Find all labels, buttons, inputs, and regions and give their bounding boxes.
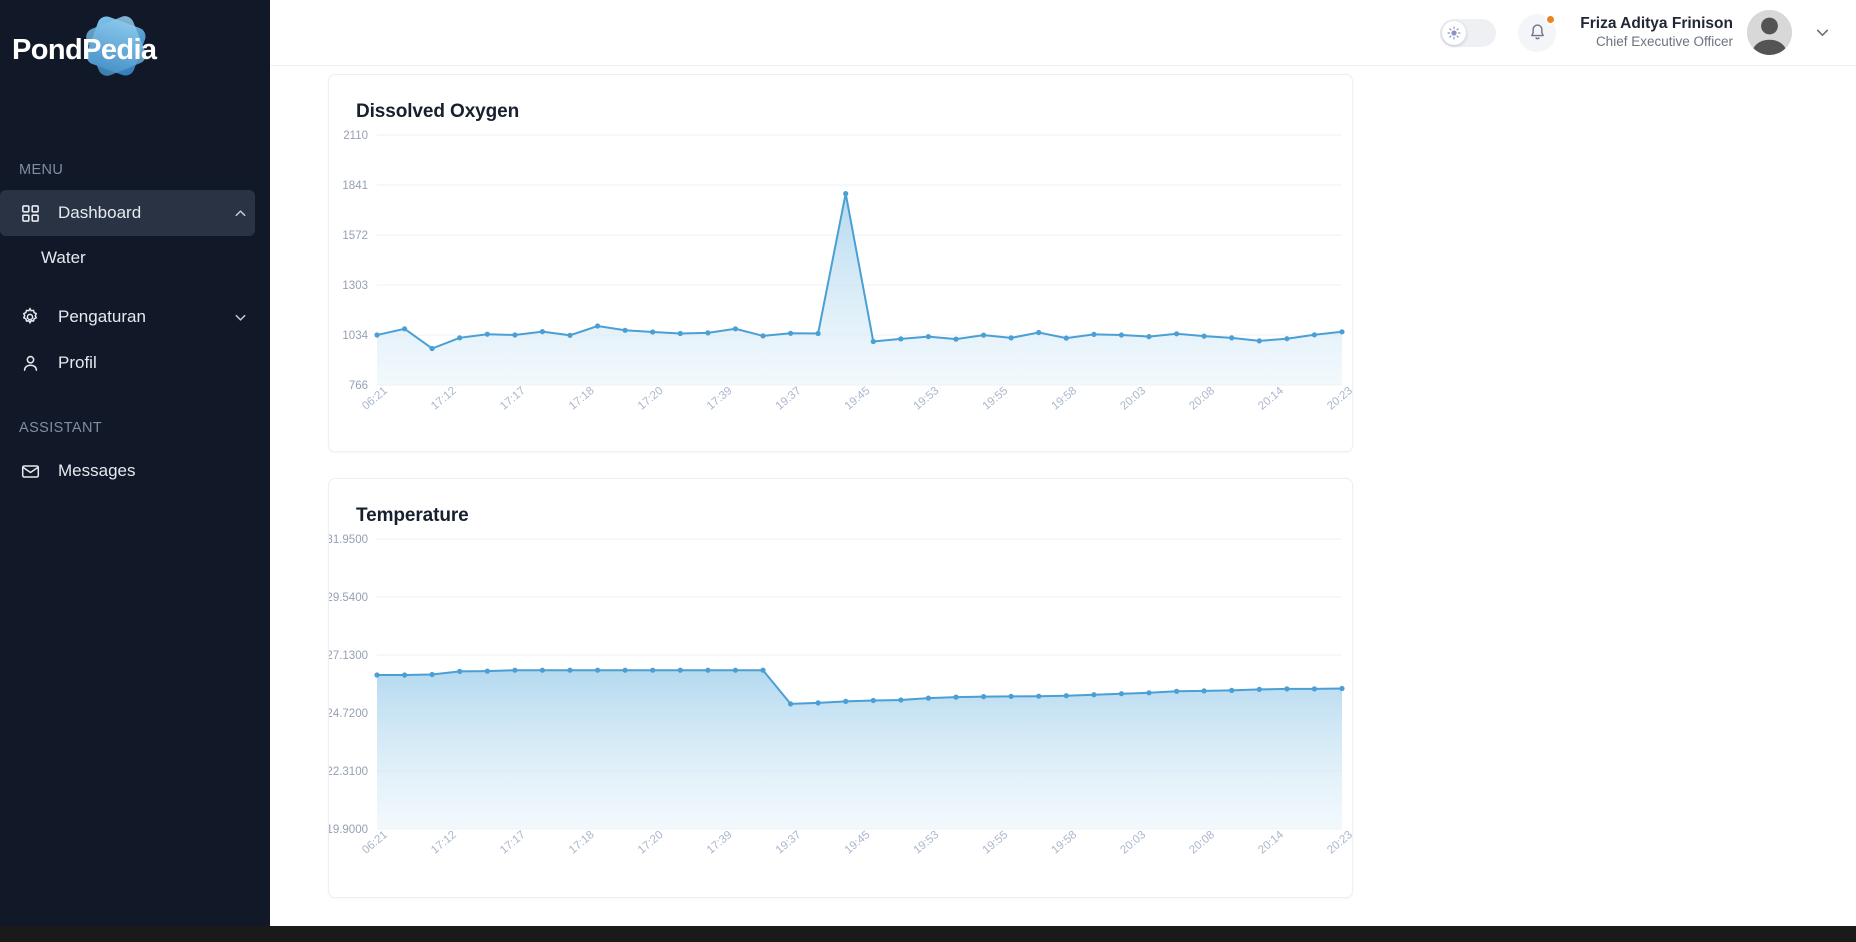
sidebar-item-messages[interactable]: Messages xyxy=(0,448,255,494)
sidebar-item-label: Messages xyxy=(58,461,136,480)
svg-text:20:14: 20:14 xyxy=(1256,384,1286,412)
svg-text:1572: 1572 xyxy=(342,230,368,242)
gear-icon xyxy=(19,306,41,328)
top-bar: Friza Aditya Frinison Chief Executive Of… xyxy=(270,0,1856,66)
svg-text:19.9000: 19.9000 xyxy=(329,824,368,836)
chevron-down-icon[interactable] xyxy=(1812,23,1832,43)
sidebar: PondPedia MENU Dashboard Water Pengatura… xyxy=(0,0,270,942)
card-dissolved-oxygen: Dissolved Oxygen 2110 1841 1572 1303 1034 766… xyxy=(328,74,1353,452)
user-role: Chief Executive Officer xyxy=(1595,34,1733,50)
svg-text:766: 766 xyxy=(349,380,368,392)
brand-name: PondPedia xyxy=(12,33,157,66)
svg-text:20:23: 20:23 xyxy=(1325,829,1352,857)
chart-dissolved-oxygen[interactable]: 2110 1841 1572 1303 1034 766 06:21 17:12 17:17 17… xyxy=(329,127,1352,447)
svg-text:19:58: 19:58 xyxy=(1049,829,1079,857)
svg-text:20:08: 20:08 xyxy=(1187,385,1217,413)
svg-text:19:55: 19:55 xyxy=(981,829,1011,857)
user-menu[interactable]: Friza Aditya Frinison Chief Executive Of… xyxy=(1580,10,1832,55)
svg-text:17:12: 17:12 xyxy=(429,829,459,857)
content-area: Dissolved Oxygen 2110 1841 1572 1303 1034 766… xyxy=(270,66,1856,942)
svg-text:17:39: 17:39 xyxy=(705,829,735,857)
avatar[interactable] xyxy=(1747,10,1792,55)
svg-text:17:20: 17:20 xyxy=(636,829,666,857)
svg-text:17:20: 17:20 xyxy=(636,385,666,413)
sidebar-item-label: Pengaturan xyxy=(58,307,146,326)
user-avatar-icon xyxy=(1747,10,1792,55)
user-info: Friza Aditya Frinison Chief Executive Of… xyxy=(1580,14,1733,51)
svg-text:20:23: 20:23 xyxy=(1325,385,1352,413)
svg-text:20:03: 20:03 xyxy=(1118,385,1148,413)
svg-text:19:53: 19:53 xyxy=(912,385,942,413)
brand-logo[interactable]: PondPedia xyxy=(0,0,270,100)
sidebar-subitem-label: Water xyxy=(41,248,86,267)
svg-text:22.3100: 22.3100 xyxy=(329,766,368,778)
chart-temperature[interactable]: 31.9500 29.5400 27.1300 24.7200 22.3100 19.90… xyxy=(329,531,1352,891)
svg-text:27.1300: 27.1300 xyxy=(329,650,368,662)
svg-text:17:17: 17:17 xyxy=(498,829,528,857)
notifications-button[interactable] xyxy=(1518,13,1557,52)
brightness-icon xyxy=(1442,20,1467,45)
svg-text:17:18: 17:18 xyxy=(567,385,597,413)
svg-text:2110: 2110 xyxy=(343,130,368,142)
sidebar-item-profil[interactable]: Profil xyxy=(0,340,255,386)
svg-text:17:17: 17:17 xyxy=(498,385,528,413)
svg-text:17:18: 17:18 xyxy=(567,829,597,857)
card-temperature: Temperature 31.9500 29.5400 27.1300 24.7200… xyxy=(328,478,1353,898)
svg-text:1303: 1303 xyxy=(342,280,368,292)
user-name: Friza Aditya Frinison xyxy=(1580,15,1733,33)
horizontal-scrollbar[interactable] xyxy=(0,926,1856,942)
sidebar-item-label: Profil xyxy=(58,353,97,372)
sidebar-item-dashboard[interactable]: Dashboard xyxy=(0,190,255,236)
svg-text:20:14: 20:14 xyxy=(1256,828,1286,856)
theme-toggle[interactable] xyxy=(1440,18,1497,47)
svg-text:1034: 1034 xyxy=(342,330,368,342)
notification-badge xyxy=(1545,13,1557,25)
chevron-up-icon[interactable] xyxy=(231,204,249,222)
svg-text:31.9500: 31.9500 xyxy=(329,534,368,546)
svg-text:20:03: 20:03 xyxy=(1118,829,1148,857)
sidebar-section-menu: MENU xyxy=(19,162,64,178)
chevron-down-icon[interactable] xyxy=(231,308,249,326)
grid-icon xyxy=(19,202,41,224)
main-area: Friza Aditya Frinison Chief Executive Of… xyxy=(270,0,1856,942)
svg-text:19:37: 19:37 xyxy=(774,385,804,413)
svg-text:17:12: 17:12 xyxy=(429,385,459,413)
chart-title: Dissolved Oxygen xyxy=(356,101,520,122)
sidebar-item-pengaturan[interactable]: Pengaturan xyxy=(0,294,255,340)
svg-text:19:53: 19:53 xyxy=(912,829,942,857)
bell-icon xyxy=(1530,24,1544,40)
svg-text:19:45: 19:45 xyxy=(843,385,873,413)
svg-text:19:37: 19:37 xyxy=(774,829,804,857)
svg-text:19:45: 19:45 xyxy=(843,829,873,857)
sidebar-item-water[interactable]: Water xyxy=(0,236,270,280)
svg-text:19:58: 19:58 xyxy=(1049,385,1079,413)
svg-text:24.7200: 24.7200 xyxy=(329,708,368,720)
sidebar-item-label: Dashboard xyxy=(58,203,142,222)
svg-text:29.5400: 29.5400 xyxy=(329,592,368,604)
svg-text:19:55: 19:55 xyxy=(981,385,1011,413)
user-icon xyxy=(19,352,41,374)
svg-text:17:39: 17:39 xyxy=(705,385,735,413)
app-root: PondPedia MENU Dashboard Water Pengatura… xyxy=(0,0,1856,942)
svg-text:20:08: 20:08 xyxy=(1187,829,1217,857)
sidebar-section-assistant: ASSISTANT xyxy=(19,420,103,436)
svg-text:1841: 1841 xyxy=(342,180,368,192)
envelope-icon xyxy=(19,460,41,482)
chart-title: Temperature xyxy=(356,505,469,526)
